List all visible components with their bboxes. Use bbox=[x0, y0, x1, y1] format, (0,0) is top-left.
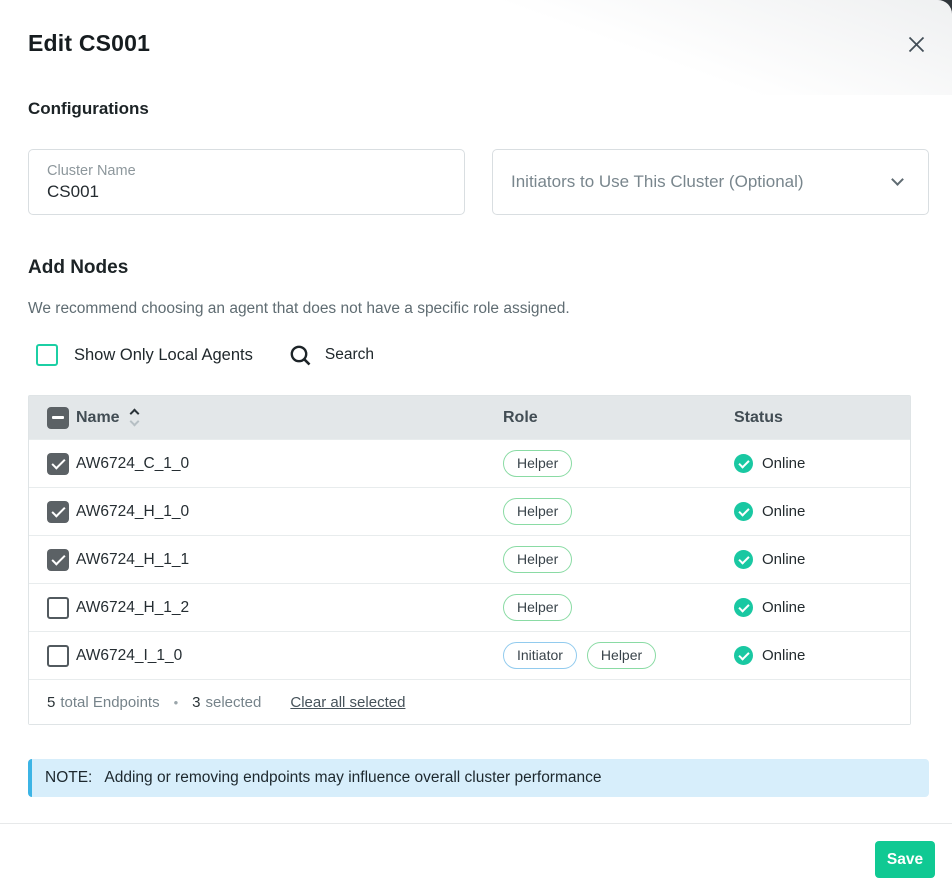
column-header-status: Status bbox=[734, 409, 910, 427]
agent-name: AW6724_H_1_0 bbox=[76, 503, 503, 521]
role-badge-initiator: Initiator bbox=[503, 642, 577, 669]
name-header-label: Name bbox=[76, 409, 120, 427]
note-prefix: NOTE: bbox=[45, 769, 92, 787]
total-endpoints-count: 5 bbox=[47, 694, 55, 711]
modal-header: Edit CS001 bbox=[28, 30, 929, 57]
row-checkbox[interactable] bbox=[47, 549, 69, 571]
show-only-local-agents-checkbox[interactable] bbox=[36, 344, 58, 366]
table-header-row: Name Role Status bbox=[29, 396, 910, 439]
footer-divider bbox=[0, 823, 952, 824]
initiators-select-placeholder: Initiators to Use This Cluster (Optional… bbox=[511, 172, 804, 192]
status-label: Online bbox=[762, 599, 805, 616]
status-label: Online bbox=[762, 455, 805, 472]
clear-all-selected-link[interactable]: Clear all selected bbox=[290, 694, 405, 711]
online-status-icon bbox=[734, 646, 753, 665]
table-row[interactable]: AW6724_H_1_0 Helper Online bbox=[29, 487, 910, 535]
sort-icon bbox=[131, 410, 138, 425]
agent-roles: Helper bbox=[503, 594, 734, 621]
role-badge-helper: Helper bbox=[503, 498, 572, 525]
close-icon bbox=[908, 36, 925, 53]
agent-roles: Helper bbox=[503, 450, 734, 477]
status-label: Online bbox=[762, 647, 805, 664]
role-badge-helper: Helper bbox=[587, 642, 656, 669]
table-controls: Show Only Local Agents Search bbox=[28, 343, 929, 367]
role-badge-helper: Helper bbox=[503, 594, 572, 621]
column-header-role: Role bbox=[503, 409, 734, 427]
cluster-name-field[interactable]: Cluster Name CS001 bbox=[28, 149, 465, 215]
online-status-icon bbox=[734, 502, 753, 521]
configurations-heading: Configurations bbox=[28, 99, 929, 119]
agent-status: Online bbox=[734, 454, 910, 473]
table-row[interactable]: AW6724_C_1_0 Helper Online bbox=[29, 439, 910, 487]
status-label: Online bbox=[762, 503, 805, 520]
agent-status: Online bbox=[734, 502, 910, 521]
modal-title: Edit CS001 bbox=[28, 30, 150, 57]
cluster-name-label: Cluster Name bbox=[47, 163, 446, 179]
agent-name: AW6724_C_1_0 bbox=[76, 455, 503, 473]
column-header-name[interactable]: Name bbox=[76, 409, 503, 427]
agent-name: AW6724_H_1_1 bbox=[76, 551, 503, 569]
selected-count: 3 bbox=[192, 694, 200, 711]
row-checkbox[interactable] bbox=[47, 597, 69, 619]
chevron-down-icon bbox=[891, 173, 904, 186]
cluster-name-value: CS001 bbox=[47, 182, 446, 202]
agent-status: Online bbox=[734, 550, 910, 569]
table-body: AW6724_C_1_0 Helper Online AW6724_H_1_0 … bbox=[29, 439, 910, 679]
search-button[interactable]: Search bbox=[289, 344, 374, 367]
agent-name: AW6724_H_1_2 bbox=[76, 599, 503, 617]
agent-status: Online bbox=[734, 598, 910, 617]
show-only-local-agents-label: Show Only Local Agents bbox=[74, 346, 253, 365]
row-checkbox[interactable] bbox=[47, 645, 69, 667]
agent-roles: Initiator Helper bbox=[503, 642, 734, 669]
total-endpoints-label: total Endpoints bbox=[60, 694, 159, 711]
note-banner: NOTE: Adding or removing endpoints may i… bbox=[28, 759, 929, 797]
role-badge-helper: Helper bbox=[503, 450, 572, 477]
online-status-icon bbox=[734, 454, 753, 473]
status-label: Online bbox=[762, 551, 805, 568]
agent-name: AW6724_I_1_0 bbox=[76, 647, 503, 665]
table-row[interactable]: AW6724_I_1_0 Initiator Helper Online bbox=[29, 631, 910, 679]
online-status-icon bbox=[734, 550, 753, 569]
search-icon bbox=[289, 344, 312, 367]
search-label: Search bbox=[325, 346, 374, 364]
add-nodes-heading: Add Nodes bbox=[28, 257, 929, 279]
role-badge-helper: Helper bbox=[503, 546, 572, 573]
row-checkbox[interactable] bbox=[47, 501, 69, 523]
add-nodes-description: We recommend choosing an agent that does… bbox=[28, 300, 929, 318]
row-checkbox[interactable] bbox=[47, 453, 69, 475]
initiators-select[interactable]: Initiators to Use This Cluster (Optional… bbox=[492, 149, 929, 215]
save-button[interactable]: Save bbox=[875, 841, 935, 878]
table-row[interactable]: AW6724_H_1_2 Helper Online bbox=[29, 583, 910, 631]
configuration-fields: Cluster Name CS001 Initiators to Use Thi… bbox=[28, 149, 929, 215]
select-all-checkbox[interactable] bbox=[47, 407, 69, 429]
table-footer: 5 total Endpoints • 3 selected Clear all… bbox=[29, 679, 910, 724]
note-text: Adding or removing endpoints may influen… bbox=[104, 769, 601, 787]
table-row[interactable]: AW6724_H_1_1 Helper Online bbox=[29, 535, 910, 583]
online-status-icon bbox=[734, 598, 753, 617]
agent-status: Online bbox=[734, 646, 910, 665]
close-button[interactable] bbox=[904, 32, 929, 57]
agents-table: Name Role Status AW6724_C_1_0 Helper Onl… bbox=[28, 395, 911, 725]
agent-roles: Helper bbox=[503, 546, 734, 573]
edit-cluster-modal: Edit CS001 Configurations Cluster Name C… bbox=[0, 0, 952, 886]
agent-roles: Helper bbox=[503, 498, 734, 525]
footer-separator-dot: • bbox=[174, 695, 179, 710]
selected-label: selected bbox=[206, 694, 262, 711]
